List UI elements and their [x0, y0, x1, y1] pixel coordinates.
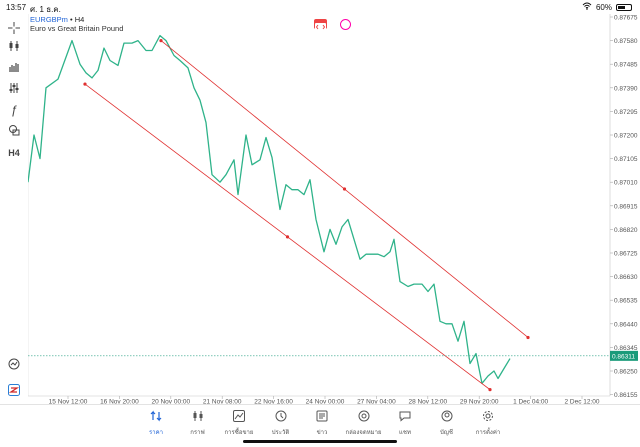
y-tick-label: 0.87390: [614, 85, 638, 92]
broker-logo-icon[interactable]: [6, 382, 22, 398]
indicators-icon[interactable]: [6, 58, 22, 74]
status-time: 13:57: [6, 3, 27, 12]
app-root: 13:57 ศ. 1 ธ.ค. 60% ƒ H4 0.87675 0.87580…: [0, 0, 640, 447]
symbol-timeframe: H4: [74, 15, 85, 24]
nav-label: การตั้งค่า: [475, 430, 501, 436]
nav-mailbox[interactable]: กล่องจดหมาย: [344, 409, 384, 437]
timeframe-label[interactable]: H4: [6, 145, 22, 161]
y-tick-label: 0.86820: [614, 227, 638, 234]
y-tick-label: 0.86915: [614, 203, 638, 210]
y-tick-label: 0.87485: [614, 62, 638, 69]
chart-type-icon[interactable]: [6, 38, 22, 54]
chart-symbol-title: EURGBPm • H4: [30, 15, 84, 24]
symbol-description: Euro vs Great Britain Pound: [30, 24, 124, 33]
y-tick-label: 0.87295: [614, 109, 638, 116]
y-tick-label: 0.86725: [614, 251, 638, 258]
nav-label: บัญชี: [440, 430, 453, 436]
objects-icon[interactable]: [6, 122, 22, 138]
nav-label: ข่าว: [316, 430, 328, 436]
nav-trade[interactable]: การซื้อขาย: [219, 409, 259, 437]
symbol-name: EURGBPm: [30, 15, 68, 24]
one-click-trading-button[interactable]: [314, 19, 327, 31]
y-tick-label: 0.87010: [614, 180, 638, 187]
chart-icon: [178, 409, 218, 423]
nav-label: ประวัติ: [271, 430, 290, 436]
y-tick-label: 0.86155: [614, 392, 638, 399]
wifi-icon: [582, 2, 592, 12]
nav-label: กราฟ: [190, 430, 205, 436]
timeframe-separator: •: [67, 15, 75, 24]
nav-history[interactable]: ประวัติ: [261, 409, 301, 437]
signals-icon[interactable]: [6, 356, 22, 372]
nav-label: กล่องจดหมาย: [345, 430, 382, 436]
nav-chat[interactable]: แชท: [385, 409, 425, 437]
channel-anchor-point: [159, 39, 163, 43]
channel-anchor-point: [488, 388, 492, 392]
nav-label: การซื้อขาย: [224, 430, 254, 436]
y-tick-label: 0.86250: [614, 369, 638, 376]
crosshair-icon[interactable]: [6, 20, 22, 36]
price-series-line: [27, 34, 511, 385]
channel-mid-point: [342, 187, 347, 191]
quotes-icon: [136, 409, 176, 423]
price-chart[interactable]: 0.87675 0.87580 0.87485 0.87390 0.87295 0.872…: [27, 14, 640, 406]
indicator-toggle-button[interactable]: [340, 19, 351, 30]
nav-label: ราคา: [149, 430, 163, 436]
y-tick-label: 0.87105: [614, 156, 638, 163]
nav-settings[interactable]: การตั้งค่า: [468, 409, 508, 437]
trade-icon: [219, 409, 259, 423]
function-icon[interactable]: ƒ: [6, 102, 22, 118]
y-tick-label: 0.86630: [614, 274, 638, 281]
nav-chart[interactable]: กราฟ: [178, 409, 218, 437]
channel-anchor-point: [83, 82, 87, 86]
home-indicator: [243, 440, 397, 443]
settings-icon: [468, 409, 508, 423]
nav-account[interactable]: บัญชี: [427, 409, 467, 437]
left-toolbar: ƒ H4: [0, 14, 28, 404]
account-icon: [427, 409, 467, 423]
current-price-label: 0.86311: [612, 353, 635, 360]
nav-quotes[interactable]: ราคา: [136, 409, 176, 437]
nav-label: แชท: [399, 430, 411, 436]
y-tick-label: 0.86535: [614, 298, 638, 305]
channel-anchor-point: [526, 335, 530, 340]
y-tick-label: 0.87200: [614, 133, 638, 140]
y-tick-label: 0.86440: [614, 321, 638, 328]
battery-icon: [616, 3, 632, 11]
mailbox-icon: [344, 409, 384, 423]
channel-mid-point: [285, 235, 290, 239]
news-icon: [302, 409, 342, 423]
history-icon: [261, 409, 301, 423]
status-bar: 13:57 ศ. 1 ธ.ค. 60%: [0, 0, 640, 14]
chart-area[interactable]: 0.87675 0.87580 0.87485 0.87390 0.87295 0.872…: [27, 14, 640, 406]
settings-sliders-icon[interactable]: [6, 80, 22, 96]
y-tick-label: 0.87580: [614, 38, 638, 45]
chat-icon: [385, 409, 425, 423]
y-tick-label: 0.87675: [614, 15, 638, 22]
nav-news[interactable]: ข่าว: [302, 409, 342, 437]
battery-percent: 60%: [595, 2, 612, 12]
status-right: 60%: [582, 2, 632, 12]
